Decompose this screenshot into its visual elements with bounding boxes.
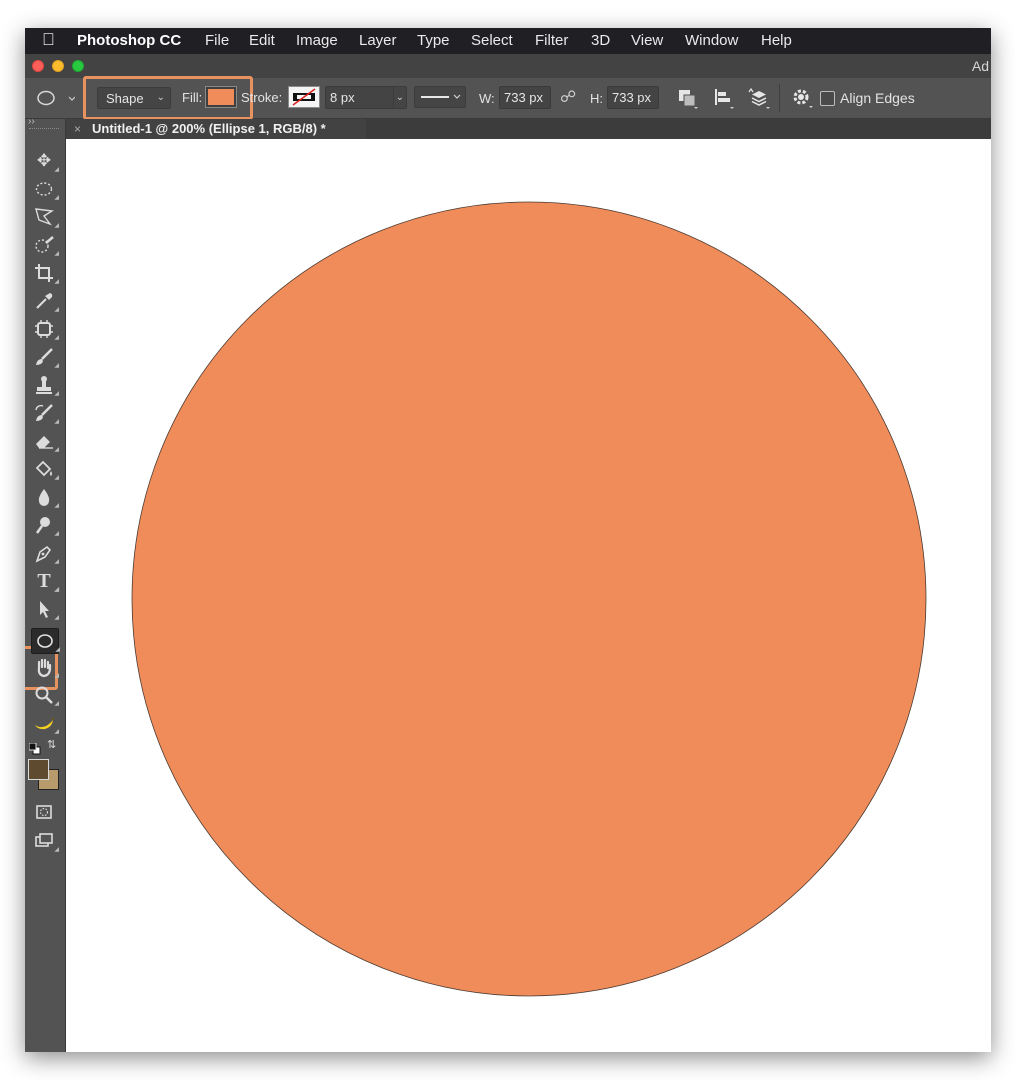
menu-view[interactable]: View [631,32,663,49]
minimize-window-button[interactable] [52,60,64,72]
banana-icon: ◢ [31,711,59,735]
close-tab-icon[interactable]: × [74,119,81,139]
document-canvas[interactable] [66,139,991,1052]
stroke-swatch[interactable] [288,86,320,108]
eraser-tool-icon[interactable]: ◢ [31,429,59,453]
link-dimensions-icon[interactable]: ☍ [560,87,576,107]
lasso-tool-icon[interactable]: ◢ [31,205,59,229]
document-tab[interactable]: × Untitled-1 @ 200% (Ellipse 1, RGB/8) * [66,119,366,139]
menu-edit[interactable]: Edit [249,32,275,49]
default-colors-icon[interactable] [28,742,41,755]
align-edges-label: Align Edges [840,90,915,106]
width-label: W: [479,91,495,106]
document-tab-bar: × Untitled-1 @ 200% (Ellipse 1, RGB/8) * [66,119,991,139]
photoshop-window:  Photoshop CC File Edit Image Layer Typ… [25,28,991,1052]
menu-app-name[interactable]: Photoshop CC [77,32,181,49]
pen-tool-icon[interactable]: ◢ [31,541,59,565]
path-alignment-icon[interactable] [713,87,735,109]
menu-file[interactable]: File [205,32,229,49]
fill-swatch[interactable] [205,86,237,108]
blur-tool-icon[interactable]: ◢ [31,485,59,509]
chevron-down-icon: ⌄ [156,92,165,103]
menu-layer[interactable]: Layer [359,32,397,49]
path-arrangement-icon[interactable] [747,86,771,110]
zoom-tool-icon[interactable]: ◢ [31,683,59,707]
fill-color-swatch [208,89,234,105]
chevron-down-icon: ⌄ [395,92,404,103]
foreground-color-swatch[interactable] [28,759,49,780]
screen-mode-icon[interactable]: ◢ [31,829,59,853]
clone-stamp-tool-icon[interactable]: ◢ [31,373,59,397]
ellipse-tool-icon[interactable]: ◢ [31,628,60,654]
swap-colors-icon[interactable]: ⇅ [47,738,56,751]
panel-collapse-icon[interactable]: ›› [28,116,35,127]
canvas-svg [131,201,927,997]
path-selection-tool-icon[interactable]: ◢ [31,597,59,621]
quick-mask-icon[interactable] [31,800,57,824]
fill-label: Fill: [182,90,203,105]
document-tab-title: Untitled-1 @ 200% (Ellipse 1, RGB/8) * [92,121,326,136]
crop-tool-icon[interactable]: ◢ [31,261,59,285]
stroke-type-dropdown[interactable] [414,86,466,108]
paint-bucket-tool-icon[interactable]: ◢ [31,457,59,481]
menu-help[interactable]: Help [761,32,792,49]
zoom-window-button[interactable] [72,60,84,72]
path-operations-icon[interactable] [677,87,699,109]
eyedropper-tool-icon[interactable]: ◢ [31,289,59,313]
history-brush-tool-icon[interactable]: ◢ [31,401,59,425]
menu-image[interactable]: Image [296,32,338,49]
panel-grip [29,128,59,131]
tool-mode-dropdown[interactable]: Shape ⌄ [97,87,171,109]
align-edges-checkbox[interactable] [820,91,835,106]
window-title: Ad [971,58,989,74]
options-bar: Shape ⌄ Fill: Stroke: 8 px ⌄ W: 733 px ☍… [25,76,991,120]
height-field[interactable]: 733 px [607,86,659,109]
apple-menu-icon[interactable]:  [42,30,55,50]
close-window-button[interactable] [32,60,44,72]
width-value: 733 px [504,90,544,105]
stroke-line-icon [421,94,461,99]
window-title-bar: Ad [25,54,991,78]
menu-window[interactable]: Window [685,32,738,49]
stroke-width-value: 8 px [330,90,355,105]
brush-tool-icon[interactable]: ◢ [31,345,59,369]
width-field[interactable]: 733 px [499,86,551,109]
ellipse-shape[interactable] [131,201,927,997]
menu-select[interactable]: Select [471,32,513,49]
healing-brush-tool-icon[interactable]: ◢ [31,317,59,341]
type-tool-icon[interactable]: T ◢ [31,569,59,593]
height-value: 733 px [612,90,652,105]
menu-filter[interactable]: Filter [535,32,568,49]
menu-3d[interactable]: 3D [591,32,610,49]
quick-selection-tool-icon[interactable]: ◢ [31,233,59,257]
tool-preset-picker[interactable] [37,89,76,107]
tool-mode-value: Shape [106,91,144,106]
tools-panel: ›› ✥ ◢ ◢ ◢ ◢ ◢ ◢ ◢ ◢ ◢ ◢ ◢ ◢ ◢ ◢ ◢ T ◢ ◢… [25,116,66,1052]
menu-type[interactable]: Type [417,32,450,49]
move-tool-icon[interactable]: ✥ ◢ [31,149,59,173]
hand-tool-icon[interactable]: ◢ [31,655,59,679]
gear-icon[interactable] [791,87,815,109]
stroke-width-field[interactable]: 8 px [325,86,395,109]
ellipse-preset-icon [37,90,76,106]
dodge-tool-icon[interactable]: ◢ [31,513,59,537]
menu-bar:  Photoshop CC File Edit Image Layer Typ… [25,28,991,54]
stroke-label: Stroke: [241,90,283,105]
stroke-color-icon [292,88,316,106]
options-divider [779,84,780,112]
marquee-tool-icon[interactable]: ◢ [31,177,59,201]
stroke-width-dropdown[interactable]: ⌄ [393,86,407,109]
height-label: H: [590,91,603,106]
